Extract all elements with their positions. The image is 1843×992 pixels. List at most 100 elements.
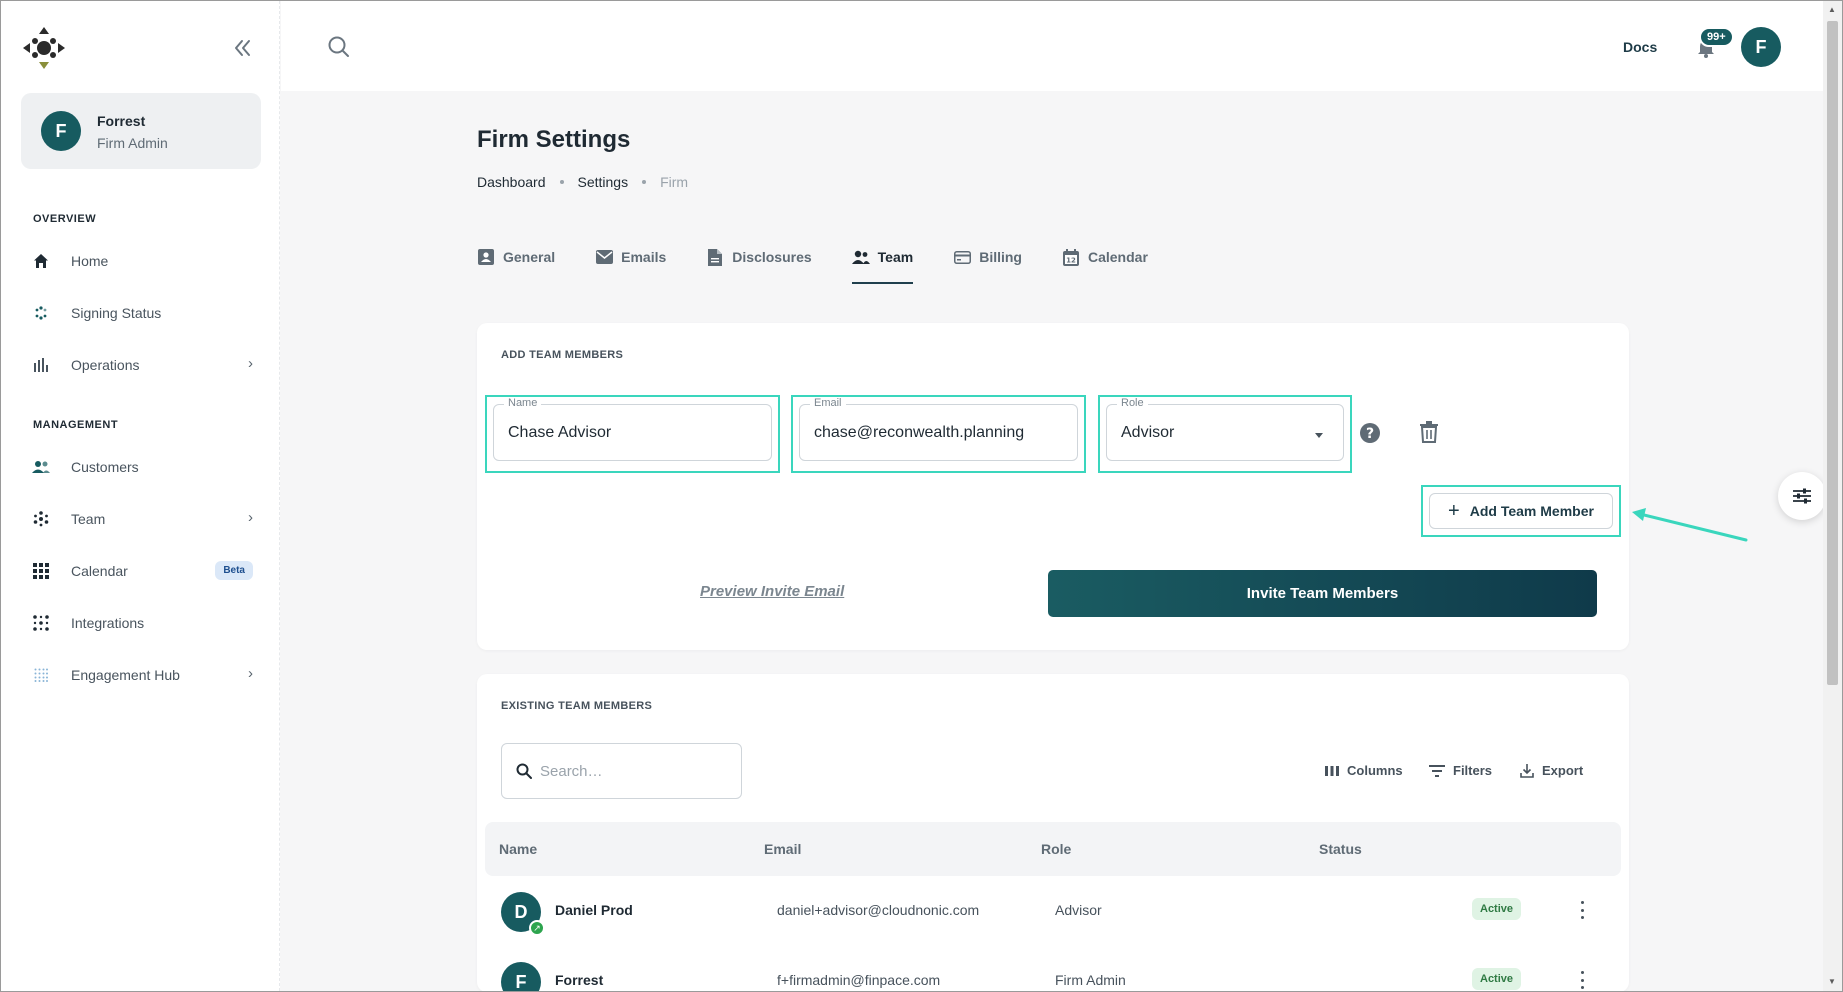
chevron-right-icon: › [248,665,253,682]
member-email: f+firmadmin@finpace.com [777,972,941,988]
page-scrollbar[interactable]: ▲ ▼ [1823,1,1842,991]
account-avatar[interactable]: F [1741,27,1781,67]
page-title: Firm Settings [477,126,631,153]
credit-card-icon [953,248,971,266]
member-name: Forrest [555,972,604,988]
sidebar-item-customers[interactable]: Customers [21,447,261,487]
user-card[interactable]: F Forrest Firm Admin [21,93,261,169]
columns-button[interactable]: Columns [1325,763,1403,778]
scroll-up-icon[interactable]: ▲ [1828,5,1836,14]
sidebar-item-team[interactable]: Team › [21,499,261,539]
row-menu-icon[interactable] [1572,898,1592,922]
sidebar-item-engagement-hub[interactable]: Engagement Hub › [21,655,261,695]
export-icon [1520,763,1534,778]
role-field-label: Role [1117,397,1148,409]
scrollbar-thumb[interactable] [1827,21,1838,685]
docs-link[interactable]: Docs [1623,39,1657,55]
sidebar-item-label: Operations [71,357,140,373]
calendar-icon: 12 [1062,248,1080,266]
member-avatar: F [501,962,541,992]
home-icon [21,253,61,269]
export-label: Export [1542,763,1584,778]
svg-text:12: 12 [1066,256,1076,264]
collapse-sidebar-icon[interactable] [227,35,255,61]
columns-label: Columns [1347,763,1403,778]
status-badge: Active [1472,968,1522,990]
sidebar: F Forrest Firm Admin OVERVIEW Home Signi… [1,1,280,991]
tab-general[interactable]: General [477,248,555,284]
management-section-label: MANAGEMENT [33,419,119,431]
add-team-member-button[interactable]: + Add Team Member [1429,493,1613,529]
tab-billing[interactable]: Billing [953,248,1022,284]
column-header-email[interactable]: Email [764,841,801,857]
member-name: Daniel Prod [555,902,633,918]
search-icon[interactable] [327,35,351,59]
invite-team-members-button[interactable]: Invite Team Members [1048,570,1597,617]
preview-invite-email-link[interactable]: Preview Invite Email [700,583,844,600]
tab-label: Billing [979,249,1022,265]
export-button[interactable]: Export [1520,763,1583,778]
breadcrumb-settings[interactable]: Settings [578,174,629,190]
breadcrumb-firm: Firm [660,174,689,190]
name-field-label: Name [504,397,542,409]
columns-icon [1325,765,1339,776]
breadcrumb-separator [642,180,647,184]
table-header: Name Email Role Status [485,822,1621,876]
sidebar-item-integrations[interactable]: Integrations [21,603,261,643]
name-field-value: Chase Advisor [508,424,612,441]
tab-label: Emails [621,249,667,265]
tab-team[interactable]: Team [851,248,913,284]
tab-calendar[interactable]: 12 Calendar [1062,248,1148,284]
table-row[interactable]: D ↗ Daniel Prod daniel+advisor@cloudnoni… [485,876,1621,946]
team-star-icon [21,511,61,527]
caret-down-icon [1315,433,1323,438]
beta-badge: Beta [215,561,253,580]
tab-disclosures[interactable]: Disclosures [706,248,812,284]
sidebar-item-home[interactable]: Home [21,241,261,281]
trash-icon[interactable] [1419,421,1439,443]
external-link-icon: ↗ [529,920,545,936]
settings-tabs: General Emails Disclosures Team Billing … [477,248,1188,284]
overview-section-label: OVERVIEW [33,213,97,225]
filters-button[interactable]: Filters [1429,763,1492,778]
filter-icon [1429,764,1445,777]
sidebar-item-operations[interactable]: Operations › [21,345,261,385]
sidebar-item-calendar[interactable]: Calendar Beta [21,551,261,591]
row-menu-icon[interactable] [1572,968,1592,992]
dots-icon [21,615,61,631]
email-field-value: chase@reconwealth.planning [814,424,1025,441]
team-search-field[interactable] [501,743,742,799]
breadcrumb-dashboard[interactable]: Dashboard [477,174,546,190]
user-name: Forrest [97,113,146,129]
tab-label: Disclosures [732,249,812,265]
team-search-input[interactable] [540,762,720,780]
existing-team-members-heading: EXISTING TEAM MEMBERS [501,700,653,712]
display-settings-button[interactable] [1778,472,1826,520]
sidebar-item-label: Engagement Hub [71,667,180,683]
svg-text:?: ? [1366,426,1374,442]
chevron-right-icon: › [248,355,253,372]
tab-label: Calendar [1087,249,1148,265]
sidebar-item-label: Team [71,511,106,527]
help-icon[interactable]: ? [1359,422,1381,444]
column-header-status[interactable]: Status [1319,841,1362,857]
table-row[interactable]: F Forrest f+firmadmin@finpace.com Firm A… [485,946,1621,992]
scroll-down-icon[interactable]: ▼ [1828,977,1836,986]
role-select[interactable]: Role Advisor [1106,397,1344,461]
add-team-members-card: ADD TEAM MEMBERS Name Chase Advisor Emai… [477,323,1629,650]
topbar: Docs 99+ F [281,1,1823,91]
tab-emails[interactable]: Emails [595,248,666,284]
name-field[interactable]: Name Chase Advisor [493,397,772,461]
sidebar-item-signing-status[interactable]: Signing Status [21,293,261,333]
status-badge: Active [1472,898,1522,920]
document-icon [706,248,724,266]
email-field[interactable]: Email chase@reconwealth.planning [799,397,1078,461]
column-header-role[interactable]: Role [1041,841,1071,857]
firm-logo[interactable] [21,25,67,71]
email-field-label: Email [810,397,846,409]
sidebar-item-label: Customers [71,459,139,475]
member-role: Firm Admin [1055,972,1126,988]
add-team-member-label: Add Team Member [1469,503,1594,519]
column-header-name[interactable]: Name [499,841,537,857]
spinner-icon [21,305,61,321]
